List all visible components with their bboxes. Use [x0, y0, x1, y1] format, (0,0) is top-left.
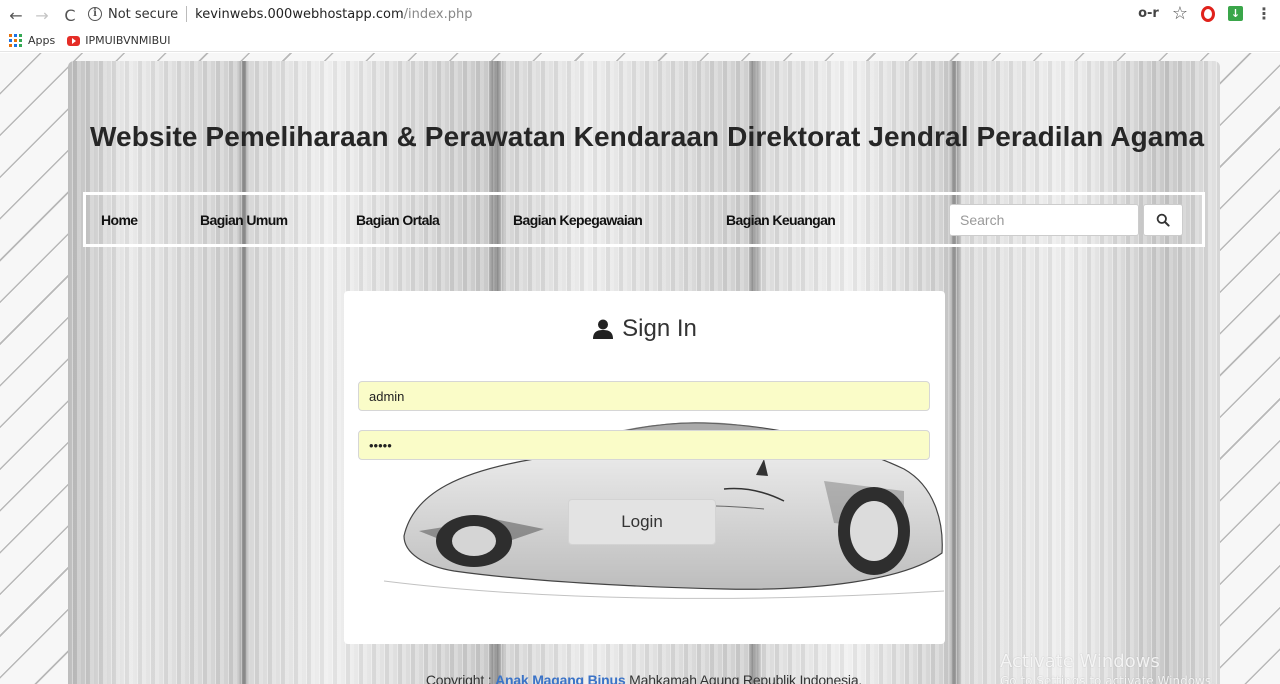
watermark-subtitle: Go to Settings to activate Windows. [1000, 674, 1215, 684]
username-field[interactable] [358, 381, 930, 411]
url-path[interactable]: /index.php [404, 7, 473, 22]
apps-grid-icon[interactable] [9, 34, 22, 47]
footer-brand-link[interactable]: Anak Magang Binus [495, 672, 626, 684]
signin-title: Sign In [622, 315, 697, 342]
site-title: Website Pemeliharaan & Perawatan Kendara… [90, 121, 1205, 152]
nav-bagian-keuangan[interactable]: Bagian Keuangan [726, 212, 836, 228]
search-button[interactable] [1143, 204, 1183, 236]
site-container: Website Pemeliharaan & Perawatan Kendara… [68, 61, 1220, 684]
bookmarks-bar: Apps IPMUIBVNMIBUI [0, 30, 1280, 52]
toolbar-actions: o‑r ☆ ↓ ⋮ [1138, 4, 1272, 23]
reload-icon[interactable]: C [60, 6, 80, 25]
youtube-icon[interactable] [67, 35, 81, 46]
key-icon[interactable]: o‑r [1138, 6, 1159, 21]
search-input[interactable] [949, 204, 1139, 236]
back-icon[interactable]: ← [6, 6, 26, 25]
bookmark-star-icon[interactable]: ☆ [1172, 4, 1188, 23]
password-field[interactable] [358, 430, 930, 460]
browser-toolbar: ← → C i Not secure kevinwebs.000webhosta… [0, 0, 1280, 30]
page-viewport: Website Pemeliharaan & Perawatan Kendara… [0, 53, 1280, 684]
nav-bagian-umum[interactable]: Bagian Umum [200, 212, 288, 228]
forward-icon[interactable]: → [32, 6, 52, 25]
footer-suffix: Mahkamah Agung Republik Indonesia. [625, 672, 863, 684]
download-extension-icon[interactable]: ↓ [1228, 6, 1243, 21]
menu-icon[interactable]: ⋮ [1256, 4, 1272, 23]
nav-bagian-ortala[interactable]: Bagian Ortala [356, 212, 440, 228]
activate-windows-watermark: Activate Windows Go to Settings to activ… [1000, 651, 1280, 684]
opera-extension-icon[interactable] [1201, 5, 1215, 22]
main-navbar: Home Bagian Umum Bagian Ortala Bagian Ke… [83, 192, 1205, 247]
search-icon [1156, 213, 1170, 227]
security-label[interactable]: Not secure [108, 7, 178, 22]
bookmark-ipmuibvnmibui[interactable]: IPMUIBVNMIBUI [85, 34, 170, 47]
nav-home[interactable]: Home [101, 212, 138, 228]
footer-prefix: Copyright : [425, 672, 496, 684]
signin-heading: Sign In [344, 315, 945, 343]
signin-panel: Sign In Login [344, 291, 945, 644]
info-icon[interactable]: i [88, 7, 102, 21]
omnibox-divider [186, 6, 188, 22]
bookmark-apps[interactable]: Apps [28, 34, 55, 47]
watermark-title: Activate Windows [1000, 651, 1160, 672]
nav-bagian-kepegawaian[interactable]: Bagian Kepegawaian [513, 212, 643, 228]
login-button[interactable]: Login [568, 499, 716, 545]
address-bar[interactable]: i Not secure kevinwebs.000webhostapp.com… [88, 3, 1208, 25]
user-icon [593, 319, 614, 339]
url-host[interactable]: kevinwebs.000webhostapp.com [195, 7, 404, 22]
car-sketch-illustration [383, 422, 945, 599]
